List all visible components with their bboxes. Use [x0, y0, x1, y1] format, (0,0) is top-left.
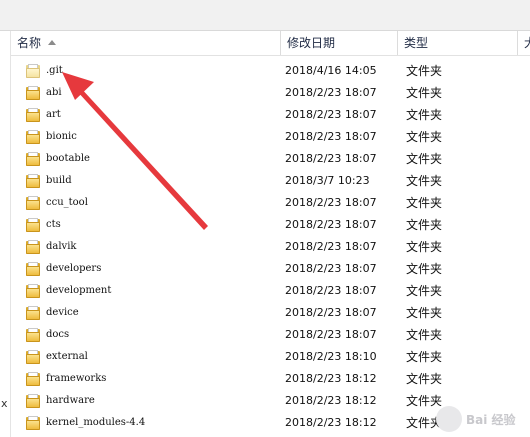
file-name: device	[46, 307, 79, 318]
column-header-type[interactable]: 类型	[397, 31, 517, 55]
file-modified-date: 2018/3/7 10:23	[285, 174, 370, 187]
file-type: 文件夹	[406, 284, 443, 298]
file-name: cts	[46, 219, 61, 230]
file-row[interactable]: art 2018/2/23 18:07 文件夹	[11, 104, 530, 126]
file-modified-date: 2018/2/23 18:07	[285, 196, 377, 209]
file-type: 文件夹	[406, 218, 443, 232]
file-type: 文件夹	[406, 174, 443, 188]
file-row[interactable]: bootable 2018/2/23 18:07 文件夹	[11, 148, 530, 170]
file-name: kernel_modules-4.4	[46, 417, 146, 428]
file-row[interactable]: developers 2018/2/23 18:07 文件夹	[11, 258, 530, 280]
file-name: build	[46, 175, 72, 186]
file-name: bootable	[46, 153, 90, 164]
folder-icon	[26, 130, 40, 144]
file-name: bionic	[46, 131, 77, 142]
file-modified-date: 2018/2/23 18:07	[285, 306, 377, 319]
window-top-bar	[0, 0, 530, 30]
baidu-jingyan-watermark: Bai 经验	[436, 404, 526, 434]
file-type: 文件夹	[406, 240, 443, 254]
file-modified-date: 2018/2/23 18:07	[285, 240, 377, 253]
file-modified-date: 2018/2/23 18:07	[285, 284, 377, 297]
folder-icon	[26, 372, 40, 386]
file-modified-date: 2018/2/23 18:07	[285, 108, 377, 121]
file-name: ccu_tool	[46, 197, 88, 208]
folder-icon	[26, 306, 40, 320]
file-modified-date: 2018/2/23 18:07	[285, 152, 377, 165]
column-header-bar: 名称 修改日期 类型 大	[11, 31, 530, 56]
file-type: 文件夹	[406, 130, 443, 144]
file-type: 文件夹	[406, 64, 443, 78]
file-row[interactable]: docs 2018/2/23 18:07 文件夹	[11, 324, 530, 346]
column-header-name[interactable]: 名称	[11, 31, 280, 55]
column-header-size[interactable]: 大	[517, 31, 530, 55]
file-row[interactable]: .git 2018/4/16 14:05 文件夹	[11, 60, 530, 82]
file-name: dalvik	[46, 241, 77, 252]
file-modified-date: 2018/2/23 18:10	[285, 350, 377, 363]
file-row[interactable]: external 2018/2/23 18:10 文件夹	[11, 346, 530, 368]
folder-icon	[26, 284, 40, 298]
file-name: hardware	[46, 395, 95, 406]
file-type: 文件夹	[406, 328, 443, 342]
column-header-name-label: 名称	[17, 36, 42, 50]
file-name: .git	[46, 65, 63, 76]
file-row[interactable]: dalvik 2018/2/23 18:07 文件夹	[11, 236, 530, 258]
folder-icon	[26, 328, 40, 342]
watermark-logo: Bai 经验	[466, 413, 516, 427]
sort-ascending-icon	[48, 40, 57, 45]
file-name: external	[46, 351, 88, 362]
folder-icon	[26, 86, 40, 100]
folder-icon	[26, 240, 40, 254]
file-name: art	[46, 109, 61, 120]
file-modified-date: 2018/2/23 18:07	[285, 328, 377, 341]
folder-icon	[26, 108, 40, 122]
navigation-pane-edge[interactable]: x	[0, 31, 11, 437]
file-modified-date: 2018/2/23 18:07	[285, 130, 377, 143]
column-header-date[interactable]: 修改日期	[280, 31, 397, 55]
file-type: 文件夹	[406, 86, 443, 100]
file-name: developers	[46, 263, 102, 274]
file-modified-date: 2018/2/23 18:07	[285, 218, 377, 231]
folder-icon	[26, 152, 40, 166]
file-row[interactable]: bionic 2018/2/23 18:07 文件夹	[11, 126, 530, 148]
column-header-type-label: 类型	[404, 36, 429, 50]
nav-pane-text: x	[1, 397, 8, 410]
column-header-date-label: 修改日期	[287, 36, 336, 50]
file-name: docs	[46, 329, 70, 340]
file-modified-date: 2018/2/23 18:12	[285, 372, 377, 385]
folder-icon	[26, 64, 40, 78]
folder-icon	[26, 174, 40, 188]
folder-icon	[26, 218, 40, 232]
file-type: 文件夹	[406, 108, 443, 122]
file-row[interactable]: cts 2018/2/23 18:07 文件夹	[11, 214, 530, 236]
file-row[interactable]: development 2018/2/23 18:07 文件夹	[11, 280, 530, 302]
folder-icon	[26, 350, 40, 364]
file-modified-date: 2018/2/23 18:07	[285, 86, 377, 99]
file-type: 文件夹	[406, 372, 443, 386]
file-modified-date: 2018/2/23 18:12	[285, 416, 377, 429]
paw-logo-icon	[436, 406, 462, 432]
file-row[interactable]: abi 2018/2/23 18:07 文件夹	[11, 82, 530, 104]
file-type: 文件夹	[406, 306, 443, 320]
file-row[interactable]: frameworks 2018/2/23 18:12 文件夹	[11, 368, 530, 390]
file-modified-date: 2018/2/23 18:07	[285, 262, 377, 275]
file-type: 文件夹	[406, 152, 443, 166]
file-name: development	[46, 285, 112, 296]
folder-icon	[26, 416, 40, 430]
file-row[interactable]: build 2018/3/7 10:23 文件夹	[11, 170, 530, 192]
file-row[interactable]: device 2018/2/23 18:07 文件夹	[11, 302, 530, 324]
file-modified-date: 2018/2/23 18:12	[285, 394, 377, 407]
file-modified-date: 2018/4/16 14:05	[285, 64, 377, 77]
column-header-size-label: 大	[524, 36, 530, 50]
file-row[interactable]: ccu_tool 2018/2/23 18:07 文件夹	[11, 192, 530, 214]
folder-icon	[26, 196, 40, 210]
file-type: 文件夹	[406, 350, 443, 364]
folder-icon	[26, 262, 40, 276]
folder-icon	[26, 394, 40, 408]
file-name: abi	[46, 87, 62, 98]
file-type: 文件夹	[406, 262, 443, 276]
file-name: frameworks	[46, 373, 107, 384]
file-type: 文件夹	[406, 196, 443, 210]
